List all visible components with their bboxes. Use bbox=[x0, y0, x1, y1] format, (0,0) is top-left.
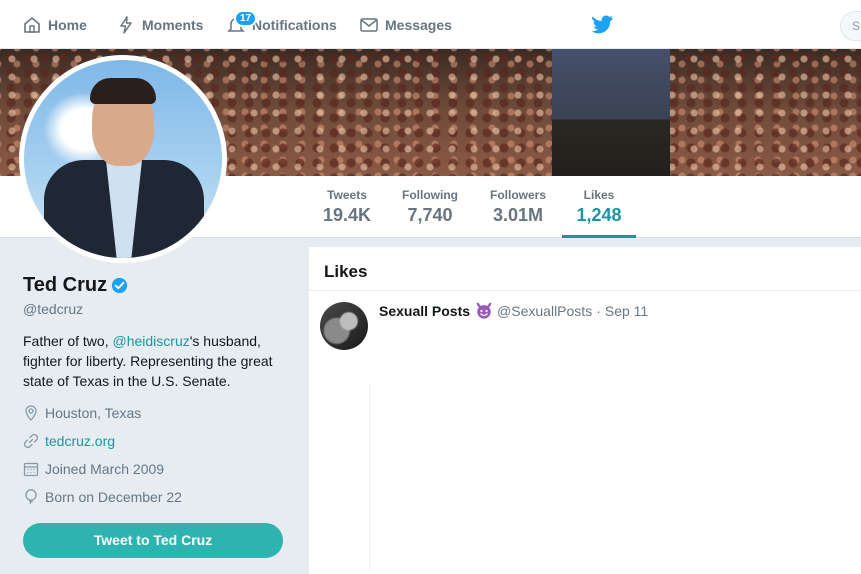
profile-birthday-text: Born on December 22 bbox=[45, 489, 182, 505]
tweet-header: Sexuall Posts @SexuallPosts · Sep 11 bbox=[379, 302, 648, 320]
top-navigation: Home Moments 17 Notifications Messages S bbox=[0, 0, 861, 49]
tweet-item[interactable]: Sexuall Posts @SexuallPosts · Sep 11 bbox=[309, 292, 861, 574]
nav-messages[interactable]: Messages bbox=[359, 0, 452, 49]
tweet-to-button[interactable]: Tweet to Ted Cruz bbox=[23, 523, 283, 558]
stat-tweets-label: Tweets bbox=[327, 188, 367, 202]
search-input[interactable]: S bbox=[840, 11, 861, 41]
banner-speaker-figure bbox=[552, 49, 670, 176]
profile-joined: Joined March 2009 bbox=[23, 461, 164, 477]
verified-badge-icon bbox=[111, 277, 128, 294]
devil-emoji-icon bbox=[476, 302, 492, 319]
stat-followers[interactable]: Followers 3.01M bbox=[485, 188, 551, 226]
profile-birthday: Born on December 22 bbox=[23, 489, 182, 505]
bio-text-start: Father of two, bbox=[23, 333, 113, 349]
tweet-date[interactable]: Sep 11 bbox=[605, 303, 648, 319]
stat-tweets[interactable]: Tweets 19.4K bbox=[318, 188, 376, 226]
timeline-title: Likes bbox=[324, 262, 368, 281]
envelope-icon bbox=[360, 17, 378, 32]
nav-home-label: Home bbox=[48, 16, 87, 33]
calendar-icon bbox=[23, 462, 39, 477]
tweet-divider bbox=[369, 382, 370, 572]
nav-notifications-label: Notifications bbox=[252, 16, 337, 33]
profile-url-link[interactable]: tedcruz.org bbox=[45, 433, 115, 449]
home-icon bbox=[24, 16, 40, 33]
profile-location-text: Houston, Texas bbox=[45, 405, 142, 421]
tweet-author-avatar[interactable] bbox=[320, 302, 368, 350]
profile-avatar[interactable] bbox=[19, 55, 227, 263]
tweet-author-handle[interactable]: @SexuallPosts bbox=[497, 303, 592, 319]
profile-sidebar: Ted Cruz @tedcruz Father of two, @heidis… bbox=[0, 238, 309, 574]
profile-joined-text: Joined March 2009 bbox=[45, 461, 165, 477]
nav-home[interactable]: Home bbox=[22, 0, 87, 49]
avatar-hair bbox=[90, 78, 156, 104]
tweet-author-name[interactable]: Sexuall Posts bbox=[379, 303, 470, 319]
profile-url: tedcruz.org bbox=[23, 433, 115, 449]
stat-likes-value: 1,248 bbox=[576, 205, 622, 225]
stat-following-label: Following bbox=[402, 188, 458, 202]
nav-notifications[interactable]: 17 Notifications bbox=[226, 0, 337, 49]
notification-count-badge: 17 bbox=[234, 10, 258, 27]
lightning-icon bbox=[120, 15, 132, 34]
profile-handle[interactable]: @tedcruz bbox=[23, 301, 83, 317]
location-pin-icon bbox=[25, 405, 37, 421]
profile-location: Houston, Texas bbox=[23, 405, 141, 421]
profile-page: Home Moments 17 Notifications Messages S… bbox=[0, 0, 861, 574]
profile-bio: Father of two, @heidiscruz's husband, fi… bbox=[23, 331, 293, 391]
profile-name-row: Ted Cruz bbox=[23, 274, 128, 297]
bio-mention-link[interactable]: @heidiscruz bbox=[112, 333, 189, 349]
nav-moments-label: Moments bbox=[142, 16, 204, 33]
stat-followers-label: Followers bbox=[489, 188, 546, 202]
timeline-header: Likes bbox=[309, 247, 861, 291]
stat-likes[interactable]: Likes 1,248 bbox=[562, 188, 636, 238]
twitter-bird-icon[interactable] bbox=[592, 15, 614, 35]
avatar-photo bbox=[24, 60, 222, 258]
likes-timeline: Likes Sexuall Posts @SexuallPosts · Sep … bbox=[309, 247, 861, 574]
tweet-separator: · bbox=[596, 303, 601, 319]
stat-following-value: 7,740 bbox=[407, 205, 453, 225]
stat-following[interactable]: Following 7,740 bbox=[398, 188, 462, 226]
balloon-icon bbox=[25, 489, 37, 505]
profile-name[interactable]: Ted Cruz bbox=[23, 274, 107, 297]
stat-tweets-value: 19.4K bbox=[322, 205, 372, 225]
nav-messages-label: Messages bbox=[385, 16, 452, 33]
link-icon bbox=[23, 433, 39, 449]
stat-likes-label: Likes bbox=[583, 188, 615, 202]
stat-followers-value: 3.01M bbox=[492, 205, 544, 225]
nav-moments[interactable]: Moments bbox=[116, 0, 203, 49]
